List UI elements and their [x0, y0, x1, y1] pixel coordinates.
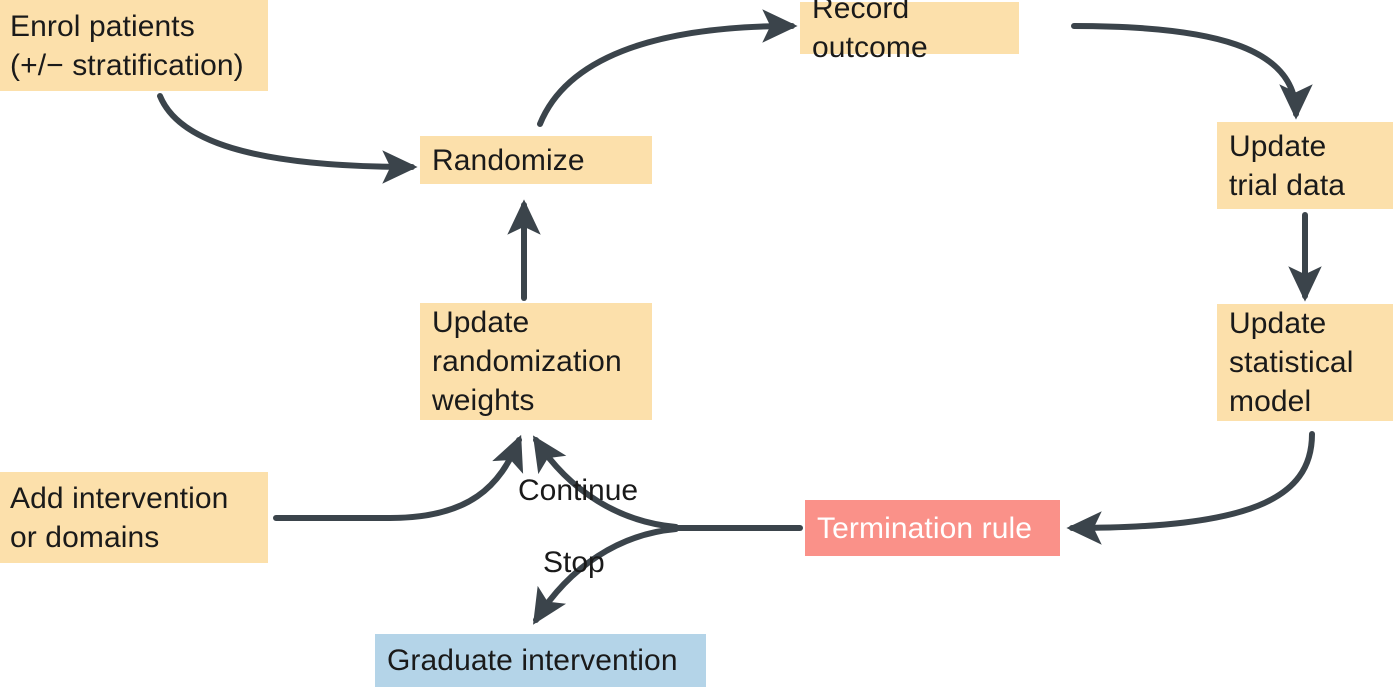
node-update-trial-data[interactable]: Update trial data [1217, 122, 1393, 209]
edge-randomize-to-record [537, 9, 798, 127]
arrow-layer [157, 9, 1322, 625]
node-randomize-label: Randomize [432, 143, 585, 177]
node-update-statistical-model[interactable]: Update statistical model [1217, 304, 1393, 421]
edge-statmodel-to-termination [1066, 431, 1315, 545]
edge-enrol-to-randomize [157, 93, 418, 184]
edge-label-stop: Stop [543, 546, 605, 579]
node-update-statistical-model-label: Update statistical model [1229, 307, 1354, 418]
node-update-trial-data-label: Update trial data [1229, 129, 1346, 202]
node-graduate-intervention-label: Graduate intervention [387, 644, 678, 677]
node-add-intervention-or-domains[interactable]: Add intervention or domains [0, 472, 268, 563]
node-termination-rule-label: Termination rule [817, 511, 1033, 545]
edge-label-continue: Continue [518, 474, 639, 507]
node-randomize[interactable]: Randomize [420, 136, 652, 184]
flowchart-canvas: Enrol patients (+/− stratification) Rand… [0, 0, 1393, 689]
edge-addint-to-weights [273, 434, 524, 521]
node-update-randomization-weights[interactable]: Update randomization weights [420, 303, 652, 420]
node-record-outcome[interactable]: Record outcome [800, 0, 1019, 64]
node-enrol-patients-label: Enrol patients (+/− stratification) [10, 9, 244, 82]
edge-record-to-trialdata [1071, 23, 1313, 120]
node-termination-rule[interactable]: Termination rule [805, 500, 1060, 556]
node-graduate-intervention[interactable]: Graduate intervention [375, 634, 706, 687]
node-update-randomization-weights-label: Update randomization weights [432, 306, 622, 417]
node-enrol-patients[interactable]: Enrol patients (+/− stratification) [0, 0, 268, 91]
node-record-outcome-label: Record outcome [812, 0, 928, 64]
node-add-intervention-or-domains-label: Add intervention or domains [10, 481, 229, 554]
